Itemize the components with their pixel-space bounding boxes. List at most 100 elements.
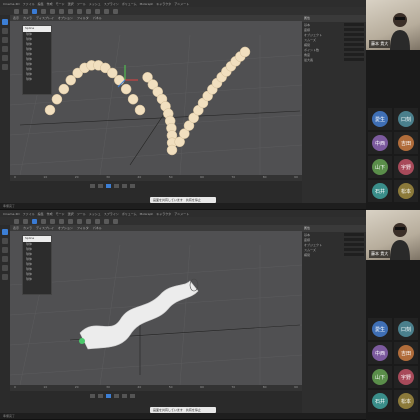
scale-icon[interactable] (41, 8, 46, 14)
participant-tile[interactable]: 石井 (368, 180, 392, 202)
attribute-field[interactable] (344, 238, 364, 241)
menu-item[interactable]: MoGraph (140, 2, 154, 6)
sphere[interactable] (58, 83, 70, 95)
edges-mode-icon[interactable] (2, 28, 8, 34)
prev-frame-icon[interactable] (98, 394, 103, 398)
menu-item[interactable]: メッシュ (89, 2, 101, 6)
rotate-icon[interactable] (50, 8, 55, 14)
go-to-end-icon[interactable] (122, 184, 127, 188)
menu-item[interactable]: MoGraph (140, 212, 154, 216)
cube-icon[interactable] (68, 218, 73, 224)
menu-item[interactable]: ツール (77, 2, 86, 6)
attribute-field[interactable] (344, 48, 364, 51)
attribute-field[interactable] (344, 38, 364, 41)
subdivision-icon[interactable] (86, 218, 91, 224)
menu-item[interactable]: 選択 (68, 2, 74, 6)
participant-tile[interactable]: 吉田 (394, 132, 418, 154)
menu-item[interactable]: Cinema 4D (3, 2, 20, 6)
prev-frame-icon[interactable] (98, 184, 103, 188)
snap-icon[interactable] (2, 64, 8, 70)
participant-tile[interactable]: 松本 (394, 180, 418, 202)
attributes-header[interactable]: 属性 (302, 15, 366, 22)
attribute-field[interactable] (344, 233, 364, 236)
viewport-perspective[interactable]: 表示 カメラ ディスプレイ オプション フィルタ パネル Spline 球体 球… (10, 15, 302, 175)
participant-tile[interactable]: 石井 (368, 390, 392, 412)
play-icon[interactable] (106, 184, 111, 188)
sphere[interactable] (113, 74, 125, 86)
menu-item[interactable]: 作成 (47, 2, 53, 6)
redo-icon[interactable] (23, 8, 28, 14)
menu-item[interactable]: Cinema 4D (3, 212, 20, 216)
sphere[interactable] (134, 104, 146, 116)
participant-tile[interactable]: 宇野 (394, 156, 418, 178)
cloner-icon[interactable] (95, 218, 100, 224)
attribute-field[interactable] (344, 53, 364, 56)
menu-item[interactable]: ボリューム (122, 212, 137, 216)
go-to-start-icon[interactable] (90, 394, 95, 398)
polygons-mode-icon[interactable] (2, 247, 8, 253)
render-icon[interactable] (59, 218, 64, 224)
sphere[interactable] (120, 83, 132, 95)
model-mode-icon[interactable] (2, 256, 8, 262)
menu-item[interactable]: 作成 (47, 212, 53, 216)
menu-item[interactable]: メッシュ (89, 212, 101, 216)
cube-icon[interactable] (68, 8, 73, 14)
menu-item[interactable]: ボリューム (122, 2, 137, 6)
menu-item[interactable]: 選択 (68, 212, 74, 216)
go-to-end-icon[interactable] (122, 394, 127, 398)
play-icon[interactable] (106, 394, 111, 398)
participant-tile[interactable]: 山下 (368, 366, 392, 388)
menu-item[interactable]: 編集 (38, 212, 44, 216)
attribute-field[interactable] (344, 43, 364, 46)
stop-share-button[interactable]: 共有を停止 (186, 198, 201, 202)
attributes-header[interactable]: 属性 (302, 225, 366, 232)
texture-mode-icon[interactable] (2, 265, 8, 271)
participant-tile[interactable]: 山下 (368, 156, 392, 178)
attribute-field[interactable] (344, 243, 364, 246)
participant-tile[interactable]: 吉田 (394, 342, 418, 364)
pen-icon[interactable] (77, 218, 82, 224)
sphere[interactable] (127, 93, 139, 105)
attribute-field[interactable] (344, 28, 364, 31)
light-icon[interactable] (113, 218, 118, 224)
menu-item[interactable]: モード (56, 2, 65, 6)
menu-item[interactable]: アニメート (174, 2, 189, 6)
stop-share-button[interactable]: 共有を停止 (186, 408, 201, 412)
pen-icon[interactable] (77, 8, 82, 14)
menu-item[interactable]: 編集 (38, 2, 44, 6)
scale-icon[interactable] (41, 218, 46, 224)
participant-tile[interactable]: 松本 (394, 390, 418, 412)
deformer-icon[interactable] (104, 8, 109, 14)
texture-mode-icon[interactable] (2, 55, 8, 61)
move-icon[interactable] (32, 8, 37, 14)
participant-tile[interactable]: 口刻 (394, 318, 418, 340)
menu-item[interactable]: スプライン (104, 212, 119, 216)
model-mode-icon[interactable] (2, 46, 8, 52)
menu-item[interactable]: キャラクタ (156, 2, 171, 6)
menu-item[interactable]: ファイル (23, 212, 35, 216)
render-icon[interactable] (59, 8, 64, 14)
participant-tile[interactable]: 愛生 (368, 108, 392, 130)
participant-tile[interactable]: 愛生 (368, 318, 392, 340)
presenter-video[interactable]: 藤本 貴大 (366, 0, 420, 50)
menu-item[interactable]: アニメート (174, 212, 189, 216)
object-row[interactable]: 球体 (23, 77, 51, 82)
record-icon[interactable] (130, 184, 135, 188)
attribute-field[interactable] (344, 248, 364, 251)
attribute-field[interactable] (344, 253, 364, 256)
record-icon[interactable] (130, 394, 135, 398)
redo-icon[interactable] (23, 218, 28, 224)
presenter-video[interactable]: 藤本 貴大 (366, 210, 420, 260)
object-row[interactable]: 球体 (23, 277, 51, 282)
cloner-icon[interactable] (95, 8, 100, 14)
points-mode-icon[interactable] (2, 229, 8, 235)
go-to-start-icon[interactable] (90, 184, 95, 188)
viewport-perspective[interactable]: 表示 カメラ ディスプレイ オプション フィルタ パネル Spline 球体 球… (10, 225, 302, 385)
sphere[interactable] (51, 93, 63, 105)
rotate-icon[interactable] (50, 218, 55, 224)
undo-icon[interactable] (14, 8, 19, 14)
polygons-mode-icon[interactable] (2, 37, 8, 43)
undo-icon[interactable] (14, 218, 19, 224)
light-icon[interactable] (113, 8, 118, 14)
attribute-field[interactable] (344, 33, 364, 36)
